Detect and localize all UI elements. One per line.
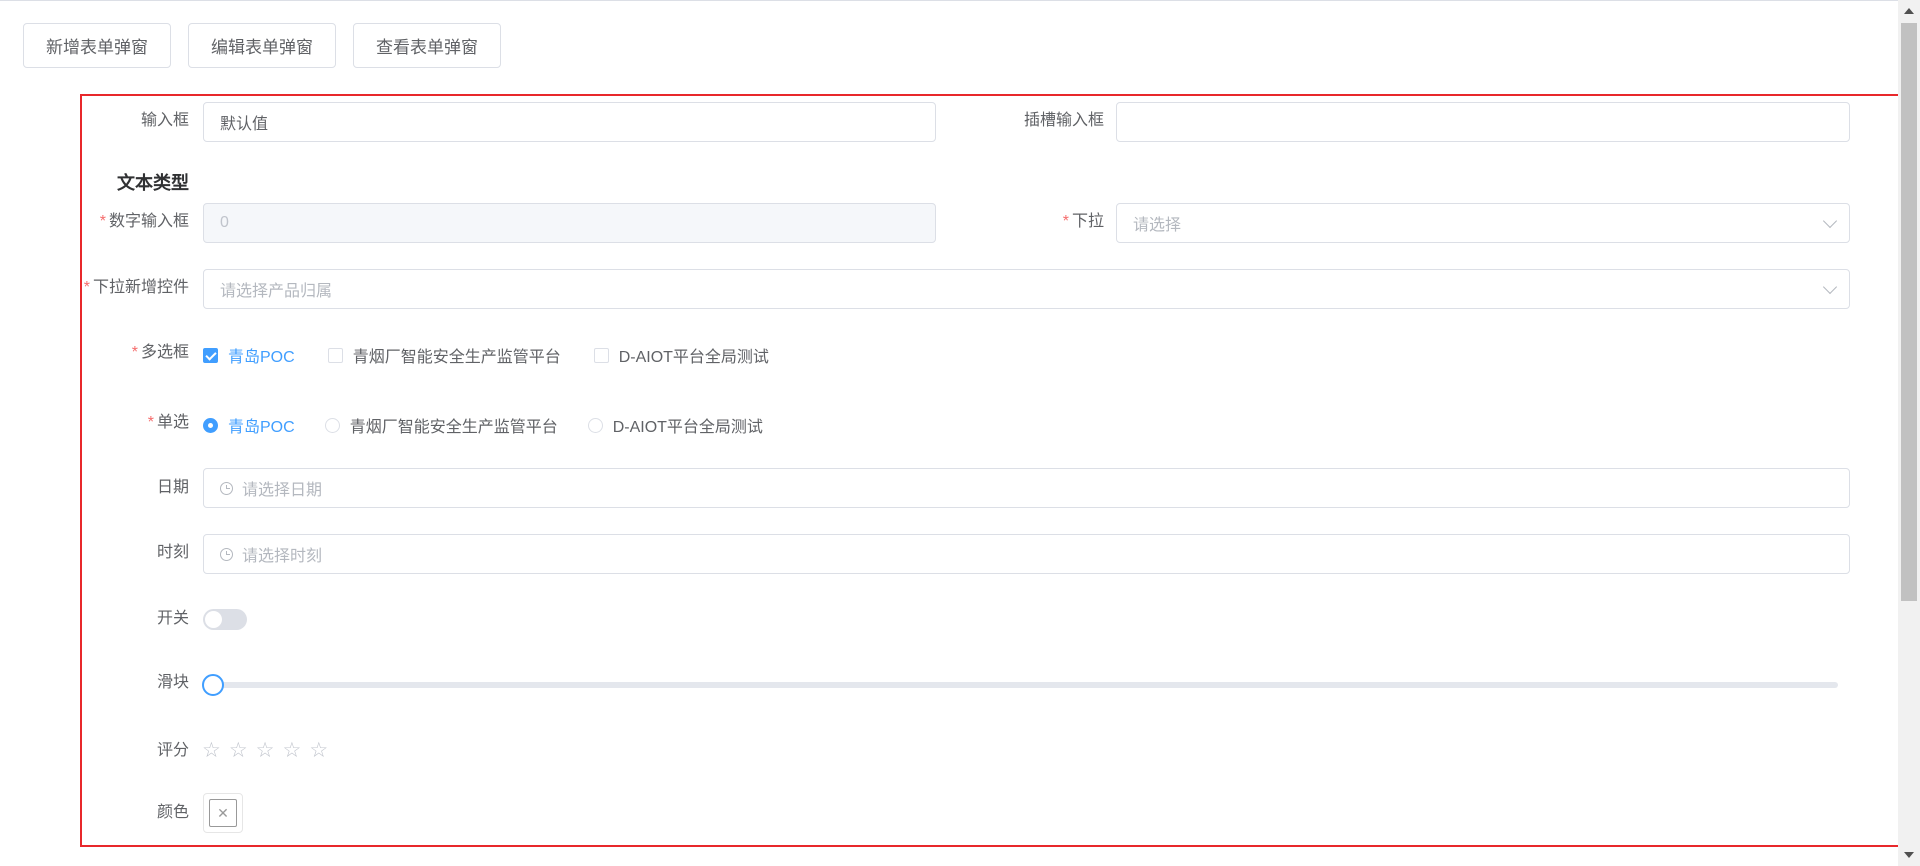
clock-icon xyxy=(220,481,233,495)
number-input-label-text: 数字输入框 xyxy=(108,213,189,230)
view-form-dialog-button[interactable]: 查看表单弹窗 xyxy=(353,23,501,68)
slider-handle[interactable] xyxy=(202,674,224,696)
checkbox-option-label: D-AIOT平台全局测试 xyxy=(618,349,769,366)
checkbox-option-label: 青烟厂智能安全生产监管平台 xyxy=(352,349,561,366)
date-picker[interactable]: 请选择日期 xyxy=(203,468,1850,508)
radio-unselected-icon[interactable] xyxy=(324,417,340,433)
checkbox-group: 青岛POC 青烟厂智能安全生产监管平台 D-AIOT平台全局测试 xyxy=(203,343,802,367)
product-select-placeholder: 请选择产品归属 xyxy=(220,283,333,300)
slider-track[interactable] xyxy=(213,682,1838,688)
switch-label: 开关 xyxy=(156,610,189,627)
select-label: * 下拉 xyxy=(1040,212,1104,232)
date-label: 日期 xyxy=(156,479,189,496)
radio-option-label: 青岛POC xyxy=(228,419,295,436)
number-input-label: * 数字输入框 xyxy=(80,212,189,232)
star-icon[interactable]: ☆ xyxy=(256,739,275,763)
required-mark: * xyxy=(131,344,138,361)
radio-selected-icon[interactable] xyxy=(203,417,218,433)
checkbox-option-label: 青岛POC xyxy=(228,349,295,366)
input-label: 输入框 xyxy=(140,112,189,129)
radio-option-daiot-test[interactable]: D-AIOT平台全局测试 xyxy=(587,413,763,437)
select-add-label-text: 下拉新增控件 xyxy=(92,279,189,296)
checkbox-label-text: 多选框 xyxy=(140,344,189,361)
select-add-label: * 下拉新增控件 xyxy=(60,278,189,298)
product-select-dropdown[interactable]: 请选择产品归属 xyxy=(203,269,1850,309)
time-picker[interactable]: 请选择时刻 xyxy=(203,534,1850,574)
star-icon[interactable]: ☆ xyxy=(282,739,301,763)
select-label-text: 下拉 xyxy=(1071,213,1104,230)
checkbox-option-tobacco-platform[interactable]: 青烟厂智能安全生产监管平台 xyxy=(327,343,561,367)
number-input-value: 0 xyxy=(220,214,229,231)
scroll-down-arrow-icon[interactable] xyxy=(1904,852,1914,858)
slot-input[interactable] xyxy=(1116,102,1850,142)
required-mark: * xyxy=(147,414,154,431)
rating-stars: ☆ ☆ ☆ ☆ ☆ xyxy=(202,739,328,763)
color-label: 颜色 xyxy=(156,804,189,821)
select-dropdown[interactable]: 请选择 xyxy=(1116,203,1850,243)
scroll-up-arrow-icon[interactable] xyxy=(1904,8,1914,14)
radio-option-label: D-AIOT平台全局测试 xyxy=(612,419,763,436)
chevron-down-icon xyxy=(1822,279,1838,295)
slider-label: 滑块 xyxy=(156,674,189,691)
radio-label-text: 单选 xyxy=(156,414,189,431)
toggle-switch[interactable] xyxy=(203,609,247,630)
time-placeholder: 请选择时刻 xyxy=(242,548,323,565)
switch-knob xyxy=(205,611,222,628)
color-picker[interactable]: ✕ xyxy=(203,793,243,833)
rate-label: 评分 xyxy=(156,742,189,759)
required-mark: * xyxy=(83,279,90,296)
radio-label: * 单选 xyxy=(100,413,189,433)
select-placeholder: 请选择 xyxy=(1133,217,1182,234)
radio-group: 青岛POC 青烟厂智能安全生产监管平台 D-AIOT平台全局测试 xyxy=(203,413,796,437)
vertical-scrollbar[interactable] xyxy=(1898,0,1920,866)
radio-unselected-icon[interactable] xyxy=(587,417,603,433)
section-title: 文本类型 xyxy=(117,173,189,193)
radio-option-tobacco-platform[interactable]: 青烟厂智能安全生产监管平台 xyxy=(324,413,558,437)
star-icon[interactable]: ☆ xyxy=(229,739,248,763)
chevron-down-icon xyxy=(1822,213,1838,229)
top-divider xyxy=(0,0,1898,1)
scroll-thumb[interactable] xyxy=(1901,23,1917,601)
time-label: 时刻 xyxy=(156,544,189,561)
checkbox-label: * 多选框 xyxy=(100,343,189,363)
checkbox-unchecked-icon[interactable] xyxy=(593,347,609,363)
add-form-dialog-button[interactable]: 新增表单弹窗 xyxy=(23,23,171,68)
number-input[interactable]: 0 xyxy=(203,203,936,243)
star-icon[interactable]: ☆ xyxy=(202,739,221,763)
checkbox-checked-icon[interactable] xyxy=(203,347,218,363)
checkbox-option-qingdao-poc[interactable]: 青岛POC xyxy=(203,343,295,367)
slot-input-label: 插槽输入框 xyxy=(1023,112,1104,129)
edit-form-dialog-button[interactable]: 编辑表单弹窗 xyxy=(188,23,336,68)
required-mark: * xyxy=(1062,213,1069,230)
checkbox-unchecked-icon[interactable] xyxy=(327,347,343,363)
close-icon: ✕ xyxy=(209,799,237,827)
text-input[interactable]: 默认值 xyxy=(203,102,936,142)
toolbar: 新增表单弹窗 编辑表单弹窗 查看表单弹窗 xyxy=(23,23,501,68)
date-placeholder: 请选择日期 xyxy=(242,482,323,499)
star-icon[interactable]: ☆ xyxy=(309,739,328,763)
text-input-value: 默认值 xyxy=(220,116,269,133)
clock-icon xyxy=(220,547,233,561)
radio-option-label: 青烟厂智能安全生产监管平台 xyxy=(349,419,558,436)
required-mark: * xyxy=(99,213,106,230)
radio-option-qingdao-poc[interactable]: 青岛POC xyxy=(203,413,295,437)
checkbox-option-daiot-test[interactable]: D-AIOT平台全局测试 xyxy=(593,343,769,367)
